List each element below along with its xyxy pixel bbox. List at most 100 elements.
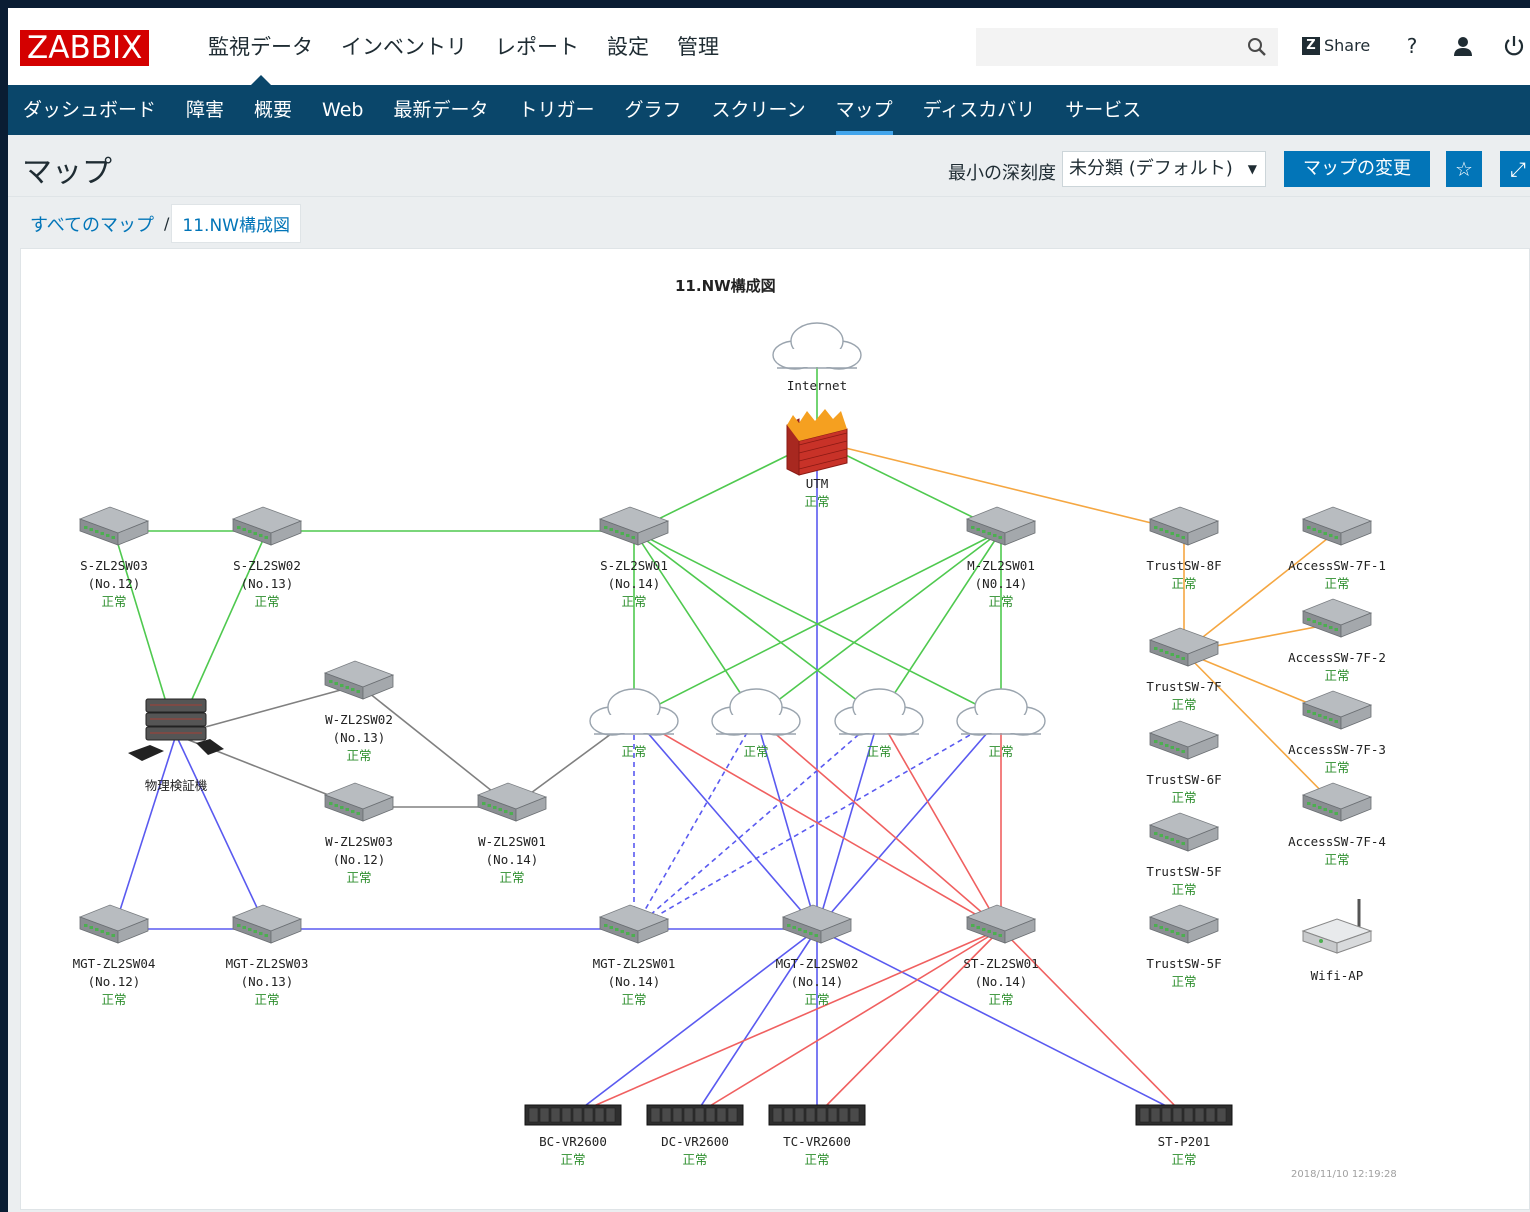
rack-icon-stp[interactable] [1135, 1104, 1233, 1126]
sub-menu-screens[interactable]: スクリーン [697, 85, 821, 135]
switch-icon-a3[interactable] [1301, 690, 1373, 730]
switch-icon-w2[interactable] [323, 660, 395, 700]
sub-menu-latest-data[interactable]: 最新データ [378, 85, 503, 135]
map-node-status: 正常 [621, 992, 647, 1007]
sign-out-icon[interactable] [1502, 34, 1526, 58]
switch-icon-a1[interactable] [1301, 506, 1373, 546]
map-link-c2-mg1 [633, 716, 757, 930]
map-node-label-dc: DC-VR2600 正常 [661, 1133, 729, 1169]
sub-menu-problems[interactable]: 障害 [171, 85, 239, 135]
map-node-status: 正常 [1171, 882, 1197, 897]
breadcrumb-current-map[interactable]: 11.NW構成図 [171, 204, 301, 243]
switch-icon-t5a[interactable] [1148, 812, 1220, 852]
sub-menu-services[interactable]: サービス [1050, 85, 1156, 135]
map-node-name: AccessSW-7F-4 [1288, 834, 1386, 849]
map-node-label-internet: Internet [787, 377, 847, 395]
map-node-label-a3: AccessSW-7F-3 正常 [1288, 741, 1386, 777]
map-link-c1-mg2 [633, 716, 818, 930]
cloud-icon-c1[interactable] [589, 688, 679, 736]
switch-icon-st1[interactable] [965, 904, 1037, 944]
map-node-status: 正常 [1324, 852, 1350, 867]
switch-icon-s1[interactable] [598, 506, 670, 546]
map-node-name: (No.14) [485, 852, 539, 867]
help-icon[interactable]: ? [1400, 34, 1424, 58]
server-icon-phys[interactable] [128, 698, 224, 761]
switch-icon-t8[interactable] [1148, 506, 1220, 546]
cloud-icon-c4[interactable] [956, 688, 1046, 736]
search-icon[interactable] [1247, 37, 1267, 57]
main-menu-monitoring[interactable]: 監視データ [194, 30, 327, 85]
main-menu-configuration[interactable]: 設定 [593, 30, 663, 64]
rack-icon-bc[interactable] [524, 1104, 622, 1126]
switch-icon-a4[interactable] [1301, 782, 1373, 822]
map-node-label-phys: 物理検証機 [145, 777, 208, 795]
map-node-name: M-ZL2SW01 [967, 558, 1035, 573]
switch-icon-m1[interactable] [965, 506, 1037, 546]
map-node-label-mg4: MGT-ZL2SW04 (No.12) 正常 [73, 955, 156, 1009]
map-node-status: 正常 [866, 744, 892, 759]
router-icon-wifi[interactable] [1301, 899, 1373, 954]
star-icon[interactable]: ☆ [1446, 151, 1482, 187]
switch-icon-mg4[interactable] [78, 904, 150, 944]
cloud-icon-c2[interactable] [711, 688, 801, 736]
cloud-icon-c3[interactable] [834, 688, 924, 736]
map-node-name: W-ZL2SW03 [325, 834, 393, 849]
map-node-status: 正常 [1324, 760, 1350, 775]
map-node-label-t7: TrustSW-7F 正常 [1146, 678, 1221, 714]
switch-icon-mg1[interactable] [598, 904, 670, 944]
switch-icon-s3[interactable] [78, 506, 150, 546]
rack-icon-dc[interactable] [646, 1104, 744, 1126]
map-node-name: UTM [805, 476, 829, 491]
firewall-icon-utm[interactable] [786, 409, 848, 476]
sub-menu-overview[interactable]: 概要 [239, 85, 307, 135]
switch-icon-t6[interactable] [1148, 720, 1220, 760]
breadcrumb-all-maps[interactable]: すべてのマップ [22, 207, 162, 241]
sub-menu-graphs[interactable]: グラフ [610, 85, 697, 135]
main-menu-inventory[interactable]: インベントリ [327, 30, 481, 64]
fullscreen-icon[interactable]: ⤢ [1500, 151, 1530, 187]
severity-select-value: 未分類 (デフォルト) [1069, 158, 1233, 179]
map-node-label-st1: ST-ZL2SW01 (No.14) 正常 [963, 955, 1038, 1009]
switch-icon-s2[interactable] [231, 506, 303, 546]
user-profile-icon[interactable] [1451, 34, 1475, 58]
map-node-name: TrustSW-5F [1146, 956, 1222, 971]
change-map-button[interactable]: マップの変更 [1284, 151, 1430, 187]
map-node-name: (No.12) [332, 852, 386, 867]
map-node-status: 正常 [682, 1152, 708, 1167]
main-menu-administration[interactable]: 管理 [663, 30, 733, 64]
map-node-label-w2: W-ZL2SW02 (No.13) 正常 [325, 711, 393, 765]
main-menu-reports[interactable]: レポート [481, 30, 593, 64]
cloud-icon-internet[interactable] [772, 322, 862, 370]
switch-icon-mg2[interactable] [781, 904, 853, 944]
map-node-status: 正常 [1171, 1152, 1197, 1167]
map-node-label-t8: TrustSW-8F 正常 [1146, 557, 1221, 593]
map-node-status: 正常 [560, 1152, 586, 1167]
rack-icon-tc[interactable] [768, 1104, 866, 1126]
sub-menu-dashboard[interactable]: ダッシュボード [8, 85, 171, 135]
map-node-name: (No.13) [240, 974, 294, 989]
switch-icon-w3[interactable] [323, 782, 395, 822]
severity-select[interactable]: 未分類 (デフォルト) ▼ [1062, 151, 1266, 187]
page-header: マップ 最小の深刻度 未分類 (デフォルト) ▼ マップの変更 ☆ ⤢ [8, 135, 1530, 197]
zabbix-logo[interactable]: ZABBIX [20, 30, 150, 66]
share-button[interactable]: Z Share [1302, 36, 1370, 55]
switch-icon-t5b[interactable] [1148, 904, 1220, 944]
sub-menu-triggers[interactable]: トリガー [504, 85, 610, 135]
sub-menu-maps[interactable]: マップ [821, 85, 908, 135]
map-node-name: AccessSW-7F-3 [1288, 742, 1386, 757]
map-node-name: TrustSW-7F [1146, 679, 1222, 694]
switch-icon-mg3[interactable] [231, 904, 303, 944]
map-node-name: MGT-ZL2SW04 [72, 956, 156, 971]
map-node-label-s3: S-ZL2SW03 (No.12) 正常 [80, 557, 148, 611]
map-node-label-t6: TrustSW-6F 正常 [1146, 771, 1221, 807]
map-node-label-c2: 正常 [743, 743, 768, 761]
map-node-label-a1: AccessSW-7F-1 正常 [1288, 557, 1386, 593]
map-node-name: MGT-ZL2SW02 [775, 956, 859, 971]
search-input[interactable] [976, 28, 1278, 66]
sub-menu-web[interactable]: Web [307, 85, 378, 135]
switch-icon-a2[interactable] [1301, 598, 1373, 638]
map-link-c4-mg2 [816, 716, 1002, 930]
map-node-label-s2: S-ZL2SW02 (No.13) 正常 [233, 557, 301, 611]
sub-menu-discovery[interactable]: ディスカバリ [908, 85, 1051, 135]
map-node-name: Wifi-AP [1310, 968, 1364, 983]
